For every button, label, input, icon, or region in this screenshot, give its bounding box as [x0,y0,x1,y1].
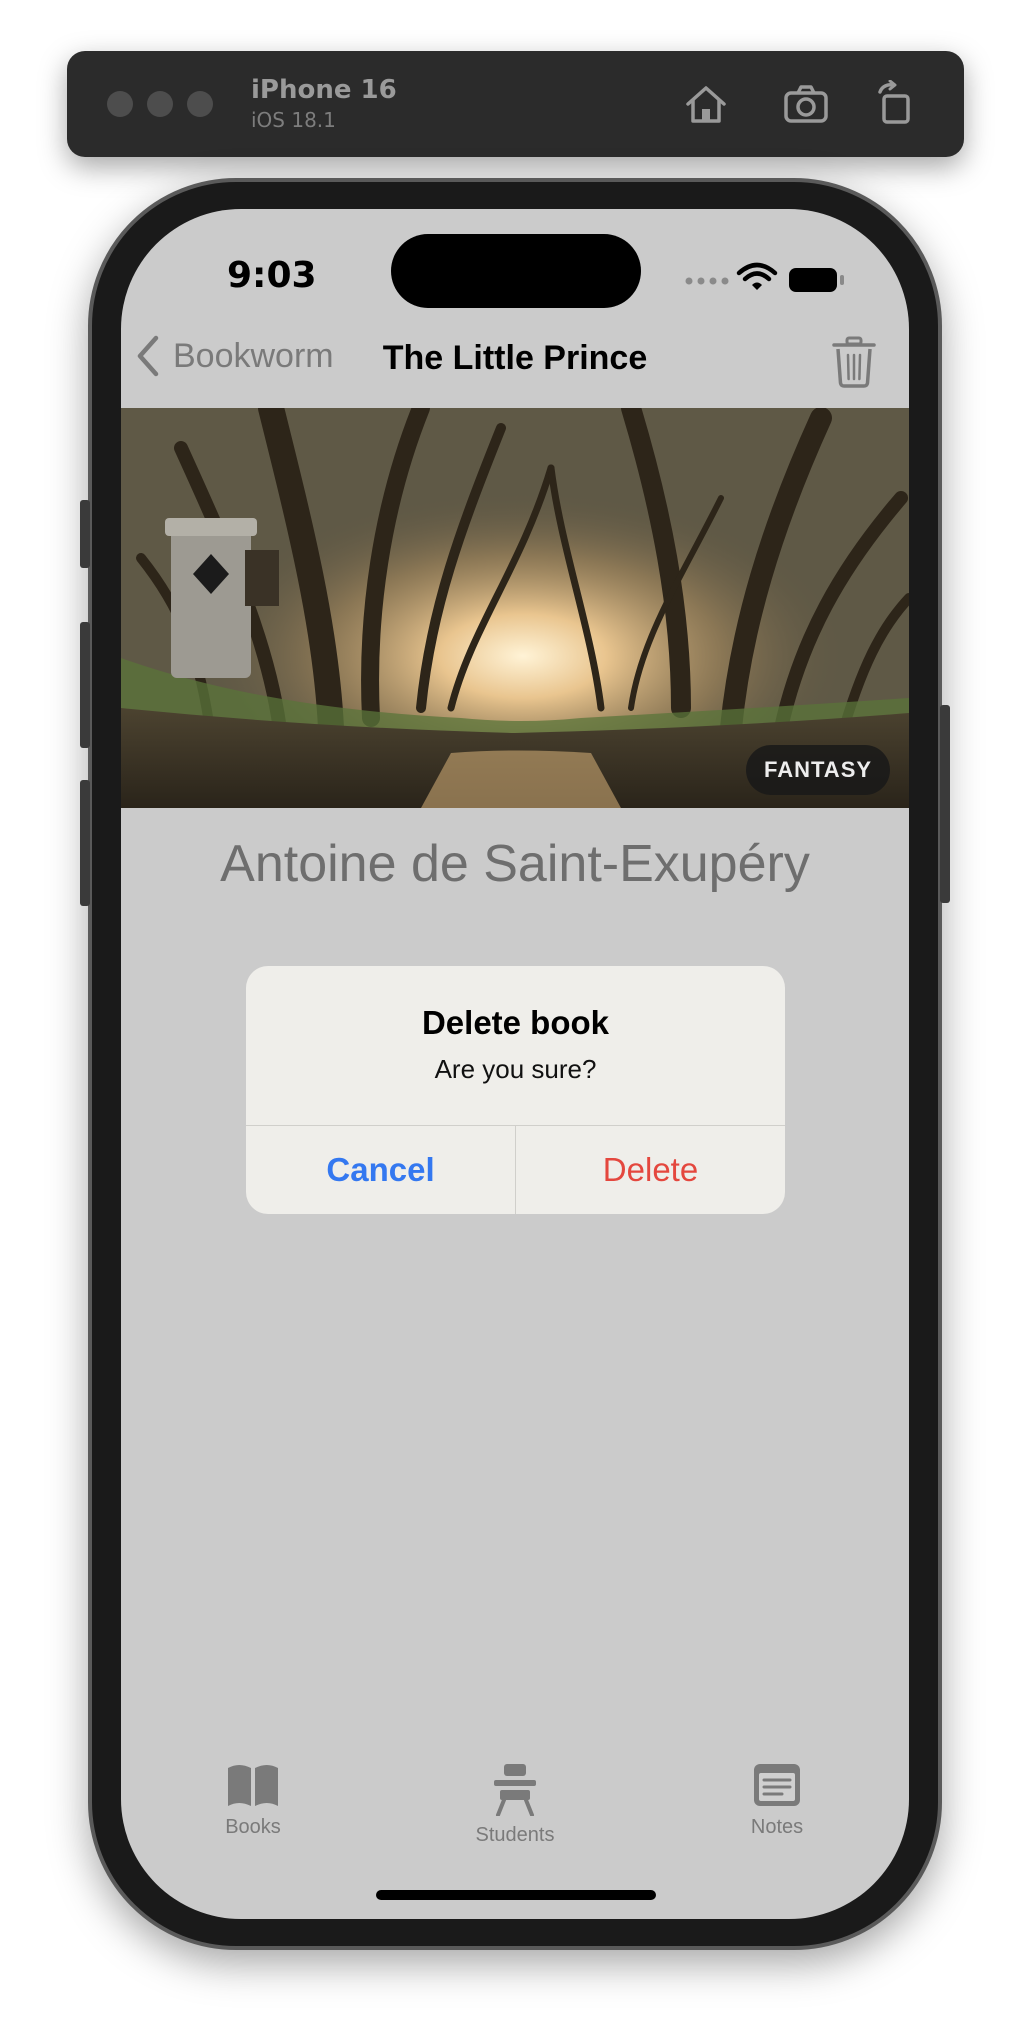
book-author: Antoine de Saint-Exupéry [220,835,810,893]
note-icon [754,1764,800,1806]
window-zoom-button[interactable] [187,91,213,117]
tab-books-label: Books [225,1816,281,1838]
phone-screen: 9:03 Bookworm The Little Prince FANTASY … [121,209,909,1919]
trash-icon[interactable] [831,336,877,388]
window-minimize-button[interactable] [147,91,173,117]
wifi-icon [736,262,778,290]
rotate-icon[interactable] [872,80,920,128]
school-desk-icon [494,1764,536,1816]
volume-up-button [80,622,90,748]
page-title: The Little Prince [382,339,648,377]
delete-button[interactable]: Delete [516,1126,785,1214]
status-time: 9:03 [227,255,317,296]
tab-notes[interactable]: Notes [697,1762,857,1839]
book-icon [228,1765,278,1806]
delete-confirmation-alert: Delete book Are you sure? Cancel Delete [246,966,785,1214]
simulator-device-name: iPhone 16 [251,75,397,105]
home-icon[interactable] [682,80,730,128]
power-button [940,705,950,903]
cellular-signal-icon [685,277,729,285]
dynamic-island [391,234,641,308]
tab-books[interactable]: Books [173,1762,333,1839]
genre-badge: FANTASY [746,745,891,795]
cancel-button[interactable]: Cancel [246,1126,515,1214]
screenshot-icon[interactable] [782,80,830,128]
volume-down-button [80,780,90,906]
tab-students-label: Students [475,1824,555,1846]
simulator-os-version: iOS 18.1 [251,108,336,132]
battery-icon [789,268,844,292]
window-close-button[interactable] [107,91,133,117]
alert-message: Are you sure? [434,1054,597,1084]
tab-notes-label: Notes [750,1816,804,1838]
tab-students[interactable]: Students [435,1762,595,1847]
action-button [80,500,90,568]
home-indicator[interactable] [376,1890,656,1900]
alert-title: Delete book [421,1004,610,1041]
status-icons [685,262,844,292]
